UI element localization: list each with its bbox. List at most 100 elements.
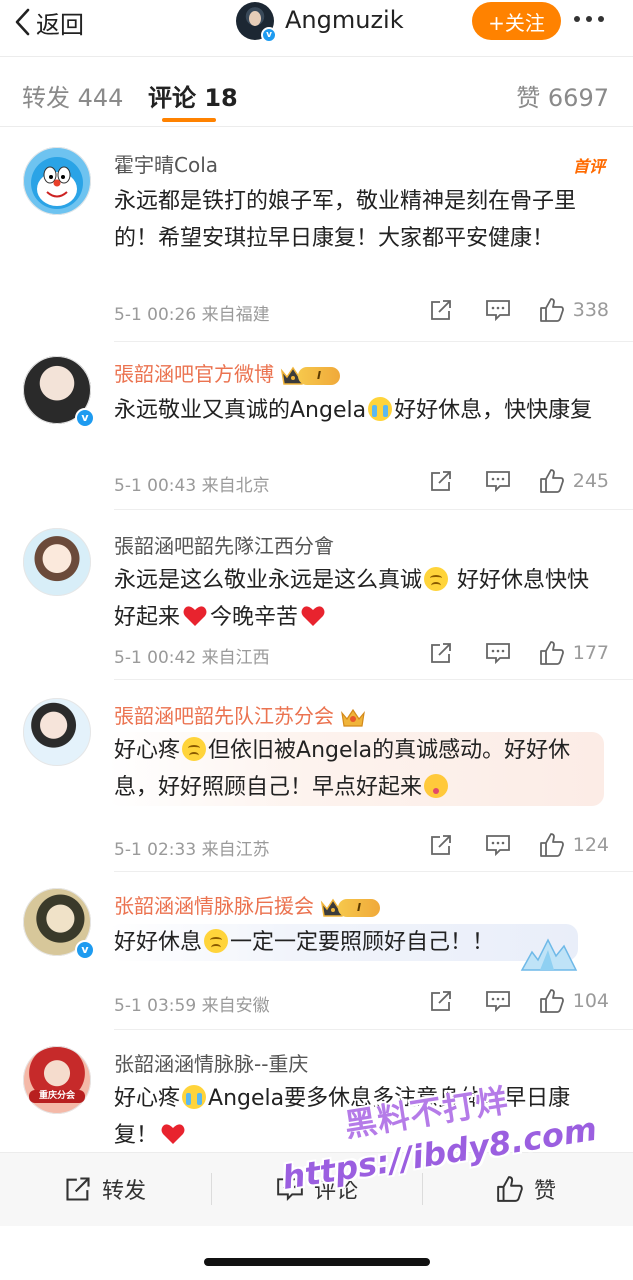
commenter-name[interactable]: 霍宇晴Cola	[114, 149, 218, 178]
commenter-name[interactable]: 張韶涵吧官方微博 Ⅰ	[114, 358, 342, 387]
heart-icon	[301, 606, 325, 626]
comment-item: v 张韶涵涵情脉脉后援会 Ⅰ 好好休息 一定一定要照顾好自己！！ 5-1 03:5…	[0, 872, 633, 1030]
thumbs-up-icon	[539, 641, 564, 665]
share-icon	[430, 300, 451, 320]
like-count: 124	[572, 834, 609, 856]
comment-text: 永远是这么敬业永远是这么真诚 好好休息快快好起来 今晚辛苦	[114, 562, 610, 636]
comment-meta: 5-1 02:33 来自江苏	[114, 840, 270, 860]
commenter-name[interactable]: 张韶涵涵情脉脉--重庆	[114, 1048, 308, 1077]
profile-avatar[interactable]: v	[236, 2, 277, 43]
thumbs-up-icon	[497, 1176, 523, 1202]
sad-emoji-icon	[424, 567, 449, 591]
comment-text-part: 好好休息，快快康复	[394, 398, 593, 423]
share-button[interactable]	[429, 469, 453, 493]
comment-icon	[485, 471, 510, 493]
sad-emoji-icon	[182, 737, 207, 761]
repost-label: 转发	[102, 1179, 147, 1204]
reply-button[interactable]	[485, 298, 511, 322]
tab-like[interactable]: 赞 6697	[516, 78, 609, 113]
back-button[interactable]: 返回	[14, 4, 84, 40]
share-button[interactable]	[429, 833, 453, 857]
like-button[interactable]: 124	[539, 832, 609, 858]
comment-text: 好心疼 但依旧被Angela的真诚感动。好好休息，好好照顾自己！早点好起来	[108, 732, 604, 806]
more-options-icon[interactable]	[574, 10, 604, 28]
avatar-face	[249, 11, 261, 26]
comment-icon	[485, 835, 510, 857]
reply-button[interactable]	[485, 641, 511, 665]
avatar-caption: 重庆分会	[29, 1090, 85, 1103]
comment-text: 永远敬业又真诚的Angela 好好休息，快快康复	[114, 392, 610, 429]
like-label: 赞	[534, 1179, 557, 1204]
member-level-text: Ⅰ	[338, 898, 380, 917]
chevron-left-icon	[15, 8, 30, 36]
thumbs-up-icon	[539, 989, 564, 1013]
comment-item: 張韶涵吧韶先隊江西分會 永远是这么敬业永远是这么真诚 好好休息快快好起来 今晚辛苦…	[0, 510, 633, 680]
share-button[interactable]	[429, 298, 453, 322]
repost-button[interactable]: 转发	[64, 1173, 146, 1205]
back-label: 返回	[36, 10, 84, 39]
comment-actions: 245	[429, 468, 609, 494]
share-button[interactable]	[429, 989, 453, 1013]
share-icon	[430, 835, 451, 855]
comment-text-part: 永远是这么敬业永远是这么真诚	[114, 568, 423, 593]
divider	[0, 56, 633, 57]
commenter-avatar[interactable]	[23, 698, 91, 766]
comment-actions: 124	[429, 832, 609, 858]
commenter-avatar[interactable]	[23, 528, 91, 596]
profile-username[interactable]: Angmuzik	[285, 6, 404, 34]
thumbs-up-icon	[539, 469, 564, 493]
commenter-name-text: 张韶涵涵情脉脉后援会	[114, 894, 314, 918]
tab-repost[interactable]: 转发 444	[22, 78, 123, 113]
comment-label: 评论	[314, 1179, 359, 1204]
commenter-name[interactable]: 張韶涵吧韶先隊江西分會	[114, 530, 334, 559]
thumbs-up-icon	[539, 833, 564, 857]
reply-button[interactable]	[485, 833, 511, 857]
like-post-button[interactable]: 赞	[496, 1173, 556, 1205]
commenter-name-text: 張韶涵吧官方微博	[114, 362, 274, 386]
comment-meta: 5-1 00:43 来自北京	[114, 476, 270, 496]
like-button[interactable]: 177	[539, 640, 609, 666]
comment-icon	[485, 643, 510, 665]
commenter-avatar[interactable]: v	[23, 888, 95, 960]
like-button[interactable]: 245	[539, 468, 609, 494]
comment-item: 重庆分会 张韶涵涵情脉脉--重庆 好心疼 Angela要多休息多注意身体，早日康复…	[0, 1030, 633, 1152]
verified-icon: v	[75, 408, 95, 428]
like-button[interactable]: 338	[539, 297, 609, 323]
comment-button[interactable]: 评论	[276, 1173, 358, 1205]
active-tab-indicator	[162, 118, 216, 122]
commenter-name[interactable]: 張韶涵吧韶先队江苏分会	[114, 700, 366, 729]
ice-decoration-icon	[520, 938, 578, 971]
reply-button[interactable]	[485, 989, 511, 1013]
comment-text-part: 好心疼	[114, 738, 181, 763]
verified-icon: v	[261, 27, 277, 43]
comment-meta: 5-1 03:59 来自安徽	[114, 996, 270, 1016]
like-count: 338	[572, 299, 609, 321]
comment-text: 永远都是铁打的娘子军，敬业精神是刻在骨子里的！希望安琪拉早日康复！大家都平安健康…	[114, 183, 610, 257]
comment-actions: 104	[429, 988, 609, 1014]
comment-icon	[485, 991, 510, 1013]
comment-icon	[485, 300, 510, 322]
comment-text-part: 好好休息	[114, 930, 203, 955]
share-button[interactable]	[429, 641, 453, 665]
comment-text-part: 好心疼	[114, 1086, 181, 1111]
commenter-avatar[interactable]: 重庆分会	[23, 1046, 91, 1114]
like-count: 177	[572, 642, 609, 664]
heart-icon	[161, 1124, 185, 1144]
reply-button[interactable]	[485, 469, 511, 493]
crying-emoji-icon	[368, 397, 393, 421]
share-icon	[430, 471, 451, 491]
commenter-name[interactable]: 张韶涵涵情脉脉后援会 Ⅰ	[114, 890, 382, 919]
like-button[interactable]: 104	[539, 988, 609, 1014]
follow-button[interactable]: +关注	[472, 2, 561, 40]
comment-actions: 177	[429, 640, 609, 666]
commenter-avatar[interactable]: v	[23, 356, 95, 428]
sad-emoji-icon	[204, 929, 229, 953]
home-indicator[interactable]	[204, 1258, 430, 1266]
comment-actions: 338	[429, 297, 609, 323]
divider	[211, 1173, 212, 1205]
commenter-name-text: 張韶涵吧韶先队江苏分会	[114, 704, 334, 728]
member-level-badge: Ⅰ	[320, 897, 382, 919]
crown-icon	[341, 708, 365, 727]
comment-text-part: 永远敬业又真诚的Angela	[114, 398, 367, 423]
commenter-avatar[interactable]	[23, 147, 91, 215]
